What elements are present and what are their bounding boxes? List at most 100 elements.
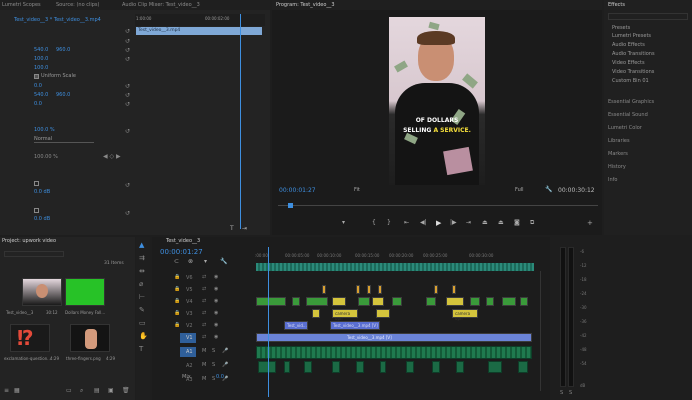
v4-clip[interactable] [358,297,370,306]
position-y[interactable]: 960.0 [56,47,70,53]
anchor-y[interactable]: 960.0 [56,92,70,98]
export-icon[interactable]: ⇥ [242,225,247,232]
search-icon[interactable]: ⌕ [80,387,83,395]
v5-clip[interactable] [378,285,382,294]
linked-selection-icon[interactable]: ⊗ [188,258,193,265]
v2-clip[interactable]: Test_video__3.mp4 [V] [330,321,380,330]
extract-icon[interactable]: ⏏ [498,219,504,226]
go-to-in-icon[interactable]: ⇤ [404,219,409,226]
v5-clip[interactable] [356,285,360,294]
reset-icon[interactable]: ↺ [125,182,130,189]
a2-audio-clip[interactable] [258,361,276,373]
fit-select[interactable]: Fit [354,187,360,193]
tab-audio-clip-mixer[interactable]: Audio Clip Mixer: Test_video__3 [122,2,200,8]
mark-in-icon[interactable]: { [372,219,376,226]
camera-icon[interactable]: ◙ [514,219,520,226]
timeline-playhead[interactable] [268,247,269,397]
solo-button[interactable]: S [212,362,215,368]
lock-icon[interactable]: 🔒 [174,298,180,304]
v3-graphic-clip[interactable] [376,309,390,318]
sync-icon[interactable]: ⇄ [202,310,206,316]
filter-icon[interactable]: T [230,225,234,232]
rectangle-tool-icon[interactable]: ▭ [139,320,146,327]
audio-checkbox-2[interactable] [34,208,39,213]
tab-program[interactable]: Program: Test_video__3 [276,2,335,8]
visibility-icon[interactable]: ◉ [214,274,218,280]
a2-audio-clip[interactable] [488,361,502,373]
v3-graphic-clip[interactable] [312,309,320,318]
lock-icon[interactable]: 🔒 [174,286,180,292]
effects-search-input[interactable] [608,13,688,20]
ec-clip-bar[interactable]: Test_video__3.mp4 [136,27,262,35]
opacity-value[interactable]: 100.0 % [34,127,55,133]
new-bin-icon[interactable]: ▭ [66,387,72,394]
mark-out-icon[interactable]: } [387,219,391,226]
list-view-icon[interactable]: ≡ [4,387,9,394]
reset-icon[interactable]: ↺ [125,47,130,54]
position-x[interactable]: 540.0 [34,47,48,53]
v3-graphic-clip[interactable]: camera opn [332,309,358,321]
selection-tool-icon[interactable]: ▲ [139,242,144,249]
project-thumb-dollars[interactable] [65,278,105,306]
mix-value[interactable]: 0.0 [216,374,224,380]
a2-audio-clip[interactable] [284,361,290,373]
mic-icon[interactable]: 🎤 [222,362,228,368]
v5-clip[interactable] [452,285,456,294]
step-back-icon[interactable]: ◀| [420,219,427,226]
track-select-icon[interactable]: ⇉ [139,255,145,262]
reset-icon[interactable]: ↺ [125,92,130,99]
timeline-timecode[interactable]: 00:00:01:27 [160,248,203,256]
add-marker-icon[interactable]: ▾ [342,219,345,226]
section-info[interactable]: Info [608,177,617,183]
section-history[interactable]: History [608,164,626,170]
v4-clip[interactable] [470,297,480,306]
rotation[interactable]: 0.0 [34,83,42,89]
sync-icon[interactable]: ⇄ [202,298,206,304]
lock-icon[interactable]: 🔒 [174,310,180,316]
reset-icon[interactable]: ↺ [125,28,130,35]
visibility-icon[interactable]: ◉ [214,298,218,304]
volume-level[interactable]: 0.0 dB [34,189,50,195]
slip-tool-icon[interactable]: ⊢ [139,294,145,301]
blend-mode-select[interactable]: Normal [34,136,94,143]
a2-audio-clip[interactable] [332,361,340,373]
v5-clip[interactable] [322,285,326,294]
audio-checkbox-1[interactable] [34,181,39,186]
project-thumb-video[interactable] [22,278,62,306]
play-icon[interactable]: ▶ [436,219,441,227]
tab-timeline[interactable]: Test_video__3 [166,238,200,244]
settings-icon[interactable]: 🔧 [545,186,552,193]
section-libraries[interactable]: Libraries [608,138,630,144]
scale-width[interactable]: 100.0 [34,65,48,71]
project-thumb-three-fingers[interactable] [70,324,110,352]
a2-audio-clip[interactable] [406,361,414,373]
quality-select[interactable]: Full [515,187,524,193]
reset-icon[interactable]: ↺ [125,56,130,63]
hand-tool-icon[interactable]: ✋ [139,333,148,340]
section-lumetri-color[interactable]: Lumetri Color [608,125,642,131]
v5-clip[interactable] [367,285,371,294]
solo-right-button[interactable]: S [569,390,572,396]
v4-clip[interactable] [426,297,436,306]
anti-flicker[interactable]: 0.0 [34,101,42,107]
lock-icon[interactable]: 🔒 [174,322,180,328]
speed-value[interactable]: 100.00 % [34,154,58,160]
project-search-input[interactable] [4,251,64,257]
add-marker-icon[interactable]: ▾ [204,258,207,265]
v4-clip[interactable] [446,297,464,306]
reset-icon[interactable]: ↺ [125,83,130,90]
a1-audio-clip[interactable] [256,346,532,359]
a2-audio-clip[interactable] [380,361,386,373]
tab-source[interactable]: Source: (no clips) [56,2,99,8]
mic-icon[interactable]: 🎤 [222,348,228,354]
effects-folder-lumetri[interactable]: Lumetri Presets [612,33,651,39]
effects-folder-audio-effects[interactable]: Audio Effects [612,42,645,48]
a2-audio-clip[interactable] [456,361,464,373]
program-playhead-marker[interactable] [288,203,293,208]
sync-icon[interactable]: ⇄ [202,322,206,328]
icon-view-icon[interactable]: ▦ [14,387,20,394]
v4-clip[interactable] [372,297,384,306]
timeline-settings-icon[interactable]: 🔧 [220,258,227,265]
new-item-icon[interactable]: ▣ [108,387,114,394]
effects-folder-audio-transitions[interactable]: Audio Transitions [612,51,655,57]
